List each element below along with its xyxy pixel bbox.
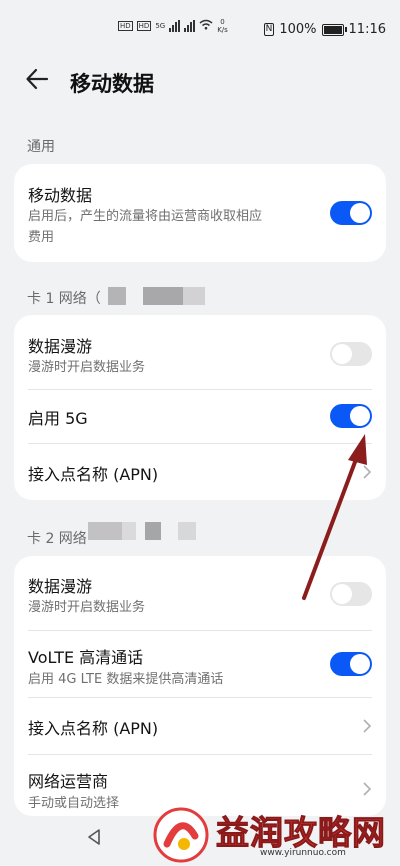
nav-back-icon[interactable] <box>86 828 102 846</box>
toggle-knob <box>350 203 370 223</box>
volte-toggle[interactable] <box>330 652 372 676</box>
chevron-right-icon <box>363 782 372 796</box>
card2-roaming-desc: 漫游时开启数据业务 <box>28 600 146 615</box>
hd-badge-2: HD <box>136 21 152 31</box>
volte-title: VoLTE 高清通话 <box>28 648 144 667</box>
section-label-general: 通用 <box>27 139 55 155</box>
back-button[interactable] <box>24 66 56 94</box>
card2-roaming-toggle[interactable] <box>330 582 372 606</box>
card1-roaming-title: 数据漫游 <box>28 337 93 356</box>
speed-unit: K/s <box>217 26 228 34</box>
redacted-block <box>178 522 196 540</box>
mobile-data-desc-line2: 费用 <box>28 230 55 245</box>
section-label-card1: 卡 1 网络（ <box>27 291 101 307</box>
signal-icon-2 <box>184 20 196 32</box>
back-arrow-icon <box>26 68 49 90</box>
page-title: 移动数据 <box>70 72 154 96</box>
carrier-title: 网络运营商 <box>28 772 109 791</box>
chevron-right-icon <box>363 719 372 733</box>
section-label-card2: 卡 2 网络 <box>27 531 87 547</box>
card2-apn-title: 接入点名称 (APN) <box>28 719 159 738</box>
toggle-knob <box>332 344 352 364</box>
page-header: 移动数据 <box>0 56 400 104</box>
redacted-block <box>145 522 161 540</box>
card2-apn-row[interactable]: 接入点名称 (APN) <box>14 698 386 754</box>
redacted-block <box>122 522 136 540</box>
card1-roaming-toggle[interactable] <box>330 342 372 366</box>
nfc-icon: N <box>263 23 275 36</box>
card2-roaming-row[interactable]: 数据漫游 漫游时开启数据业务 <box>14 556 386 630</box>
enable-5g-title: 启用 5G <box>28 409 88 428</box>
volte-desc: 启用 4G LTE 数据来提供高清通话 <box>28 672 224 687</box>
clock: 11:16 <box>348 22 386 37</box>
status-right: N 100% 11:16 <box>263 22 386 37</box>
redacted-block <box>88 522 122 540</box>
signal-icon <box>169 20 181 32</box>
card2-card: 数据漫游 漫游时开启数据业务 VoLTE 高清通话 启用 4G LTE 数据来提… <box>14 556 386 816</box>
card1-apn-row[interactable]: 接入点名称 (APN) <box>14 444 386 500</box>
card1-card: 数据漫游 漫游时开启数据业务 启用 5G 接入点名称 (APN) <box>14 315 386 500</box>
watermark-logo <box>153 807 209 863</box>
toggle-knob <box>332 584 352 604</box>
enable-5g-toggle[interactable] <box>330 404 372 428</box>
status-bar: HD HD 5G 0 K/s N 100% 11:16 <box>0 0 400 56</box>
card1-roaming-row[interactable]: 数据漫游 漫游时开启数据业务 <box>14 315 386 389</box>
network-speed: 0 K/s <box>217 18 228 34</box>
mobile-data-title: 移动数据 <box>28 186 93 205</box>
redacted-block <box>183 287 205 305</box>
mobile-data-row[interactable]: 移动数据 启用后，产生的流量将由运营商收取相应 费用 <box>14 164 386 262</box>
network-type-badge: 5G <box>155 22 166 30</box>
volte-row[interactable]: VoLTE 高清通话 启用 4G LTE 数据来提供高清通话 <box>14 631 386 697</box>
card1-apn-title: 接入点名称 (APN) <box>28 465 159 484</box>
watermark: 益润攻略网 www.yirunnuo.com <box>150 800 400 866</box>
general-card: 移动数据 启用后，产生的流量将由运营商收取相应 费用 <box>14 164 386 262</box>
battery-icon <box>321 23 347 36</box>
chevron-right-icon <box>363 465 372 479</box>
enable-5g-row[interactable]: 启用 5G <box>14 390 386 443</box>
wifi-icon <box>199 19 213 33</box>
battery-percent: 100% <box>279 22 317 37</box>
card2-roaming-title: 数据漫游 <box>28 577 93 596</box>
card1-roaming-desc: 漫游时开启数据业务 <box>28 360 146 375</box>
status-left: HD HD 5G 0 K/s <box>118 18 228 34</box>
carrier-desc: 手动或自动选择 <box>28 796 120 811</box>
redacted-block <box>143 287 183 305</box>
watermark-brand: 益润攻略网 <box>216 813 386 853</box>
watermark-url: www.yirunnuo.com <box>260 848 346 858</box>
toggle-knob <box>350 406 370 426</box>
speed-value: 0 <box>220 18 225 26</box>
mobile-data-desc-line1: 启用后，产生的流量将由运营商收取相应 <box>28 209 263 224</box>
redacted-block <box>108 287 126 305</box>
hd-badge-1: HD <box>118 21 133 31</box>
mobile-data-toggle[interactable] <box>330 201 372 225</box>
toggle-knob <box>350 654 370 674</box>
